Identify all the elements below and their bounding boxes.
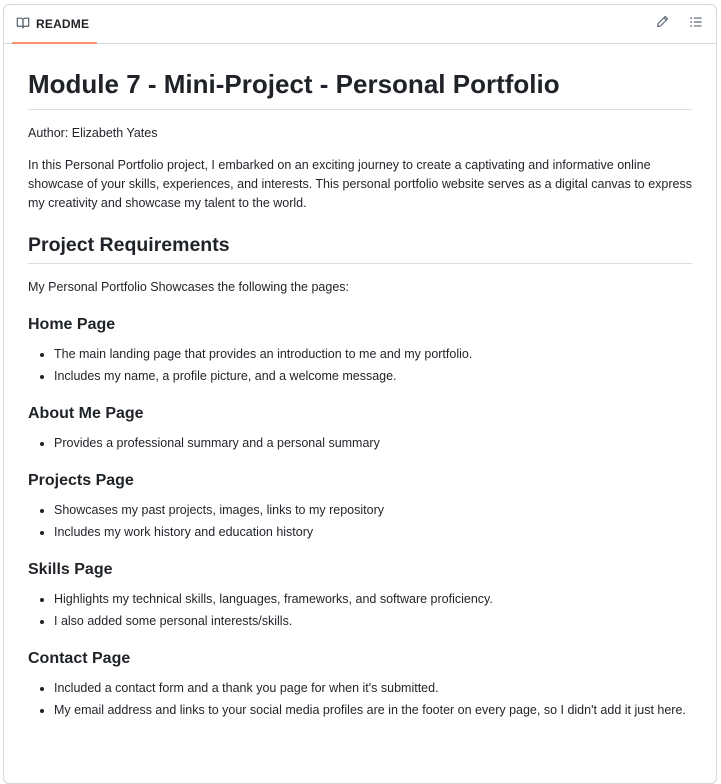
tab-readme[interactable]: README xyxy=(12,5,98,44)
readme-title: Module 7 - Mini-Project - Personal Portf… xyxy=(28,68,692,110)
tab-readme-label: README xyxy=(36,17,90,31)
list-skills: Highlights my technical skills, language… xyxy=(28,590,692,631)
requirements-heading: Project Requirements xyxy=(28,233,692,264)
readme-tabbar: README xyxy=(4,5,716,44)
active-tab-indicator xyxy=(12,42,98,44)
list-item: Includes my work history and education h… xyxy=(54,523,692,542)
list-about: Provides a professional summary and a pe… xyxy=(28,434,692,453)
section-heading-contact: Contact Page xyxy=(28,649,131,667)
outline-button[interactable] xyxy=(688,16,704,32)
list-item: My email address and links to your socia… xyxy=(54,701,692,720)
section-heading-projects: Projects Page xyxy=(28,471,134,489)
list-item: I also added some personal interests/ski… xyxy=(54,612,692,631)
list-item: Provides a professional summary and a pe… xyxy=(54,434,692,453)
edit-file-button[interactable] xyxy=(654,15,670,33)
readme-panel: README Module 7 - Mini-Project - Persona… xyxy=(3,4,717,784)
list-icon xyxy=(689,15,703,34)
list-item: Showcases my past projects, images, link… xyxy=(54,501,692,520)
section-heading-about: About Me Page xyxy=(28,404,144,422)
section-heading-home: Home Page xyxy=(28,315,116,333)
readme-content: Module 7 - Mini-Project - Personal Portf… xyxy=(4,44,716,720)
list-item: Highlights my technical skills, language… xyxy=(54,590,692,609)
requirements-text: My Personal Portfolio Showcases the foll… xyxy=(28,279,350,294)
list-item: Included a contact form and a thank you … xyxy=(54,679,692,698)
author-line: Author: Elizabeth Yates xyxy=(28,125,158,140)
list-item: Includes my name, a profile picture, and… xyxy=(54,367,692,386)
book-icon xyxy=(16,16,30,33)
list-contact: Included a contact form and a thank you … xyxy=(28,679,692,720)
intro-paragraph: In this Personal Portfolio project, I em… xyxy=(28,157,692,210)
list-projects: Showcases my past projects, images, link… xyxy=(28,501,692,542)
pencil-icon xyxy=(656,15,669,33)
section-heading-skills: Skills Page xyxy=(28,560,113,578)
list-home: The main landing page that provides an i… xyxy=(28,345,692,386)
list-item: The main landing page that provides an i… xyxy=(54,345,692,364)
